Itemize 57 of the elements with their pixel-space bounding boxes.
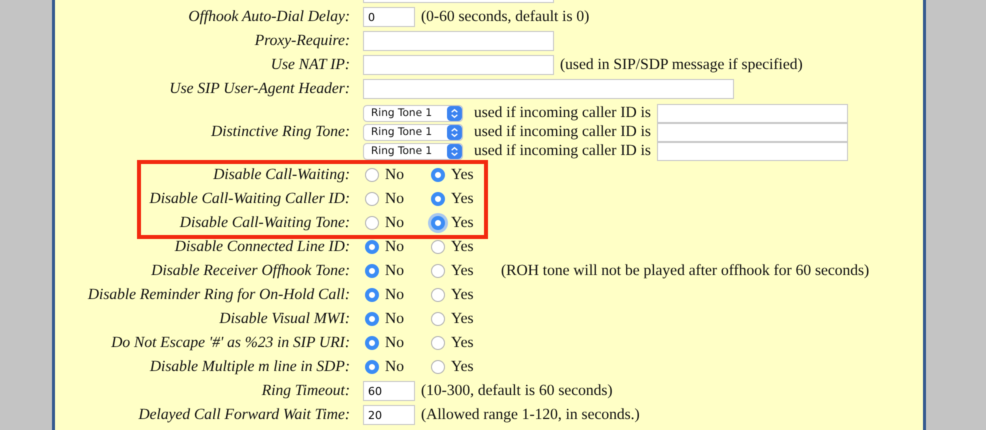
- field-note: (0-60 seconds, default is 0): [421, 8, 590, 26]
- radio-option[interactable]: No: [363, 214, 429, 232]
- ring-tone-dropdown[interactable]: Ring Tone 1: [363, 124, 463, 140]
- radio-option[interactable]: Yes: [429, 310, 495, 328]
- radio-option[interactable]: Yes: [429, 214, 495, 232]
- field-label: Ring Timeout:: [260, 382, 351, 400]
- text-field[interactable]: 20: [363, 405, 415, 425]
- radio-option[interactable]: Yes: [429, 262, 495, 280]
- field-label: Delayed Call Forward Wait Time:: [137, 406, 351, 424]
- caller-id-field[interactable]: [656, 142, 848, 160]
- radio-option[interactable]: No: [363, 166, 429, 184]
- field-note: used if incoming caller ID is: [474, 123, 651, 141]
- radio-option[interactable]: Yes: [429, 286, 495, 304]
- field-note: (used in SIP/SDP message if specified): [560, 56, 803, 74]
- field-label: Disable Call-Waiting Caller ID:: [148, 190, 351, 208]
- field-note: used if incoming caller ID is: [474, 142, 651, 160]
- radio-option[interactable]: No: [363, 238, 429, 256]
- field-note: (Allowed range 1-120, in seconds.): [421, 406, 640, 424]
- field-label: Disable Call-Waiting Tone:: [178, 214, 351, 232]
- text-field[interactable]: [363, 31, 554, 51]
- field-label: Use SIP User-Agent Header:: [168, 80, 351, 98]
- caller-id-field[interactable]: [656, 104, 848, 122]
- stepper-icon: [447, 124, 462, 140]
- text-field[interactable]: [363, 55, 554, 75]
- field-note: (ROH tone will not be played after offhook for 60 seconds): [501, 262, 870, 280]
- field-label: Offhook Auto-Dial Delay:: [187, 8, 351, 26]
- ring-tone-dropdown[interactable]: Ring Tone 1: [363, 104, 463, 122]
- field-label: Disable Receiver Offhook Tone:: [150, 262, 351, 280]
- stepper-icon: [447, 106, 462, 120]
- radio-option[interactable]: No: [363, 334, 429, 352]
- field-label: Use NAT IP:: [270, 56, 351, 74]
- field-label: Disable Connected Line ID:: [174, 238, 351, 256]
- field-label: Disable Call-Waiting:: [212, 166, 351, 184]
- radio-option[interactable]: No: [363, 358, 429, 376]
- caller-id-field[interactable]: [656, 122, 848, 142]
- field-label: Do Not Escape '#' as %23 in SIP URI:: [110, 334, 351, 352]
- radio-option[interactable]: No: [363, 286, 429, 304]
- radio-option[interactable]: Yes: [429, 166, 495, 184]
- field-note: (10-300, default is 60 seconds): [421, 382, 613, 400]
- field-label: Proxy-Require:: [254, 32, 351, 50]
- field-label: Disable Visual MWI:: [218, 310, 351, 328]
- text-field[interactable]: 0: [363, 7, 415, 27]
- radio-option[interactable]: Yes: [429, 238, 495, 256]
- stepper-icon: [447, 144, 462, 158]
- radio-option[interactable]: Yes: [429, 334, 495, 352]
- radio-option[interactable]: Yes: [429, 190, 495, 208]
- text-field[interactable]: 60: [363, 381, 415, 401]
- ring-tone-dropdown[interactable]: Ring Tone 1: [363, 142, 463, 160]
- field-label: Disable Reminder Ring for On-Hold Call:: [86, 286, 351, 304]
- field-note: used if incoming caller ID is: [474, 104, 651, 122]
- text-field[interactable]: [363, 79, 734, 99]
- radio-option[interactable]: No: [363, 262, 429, 280]
- radio-option[interactable]: No: [363, 310, 429, 328]
- field-label: Disable Multiple m line in SDP:: [148, 358, 351, 376]
- radio-option[interactable]: Yes: [429, 358, 495, 376]
- radio-option[interactable]: No: [363, 190, 429, 208]
- field-label: Distinctive Ring Tone:: [210, 123, 351, 141]
